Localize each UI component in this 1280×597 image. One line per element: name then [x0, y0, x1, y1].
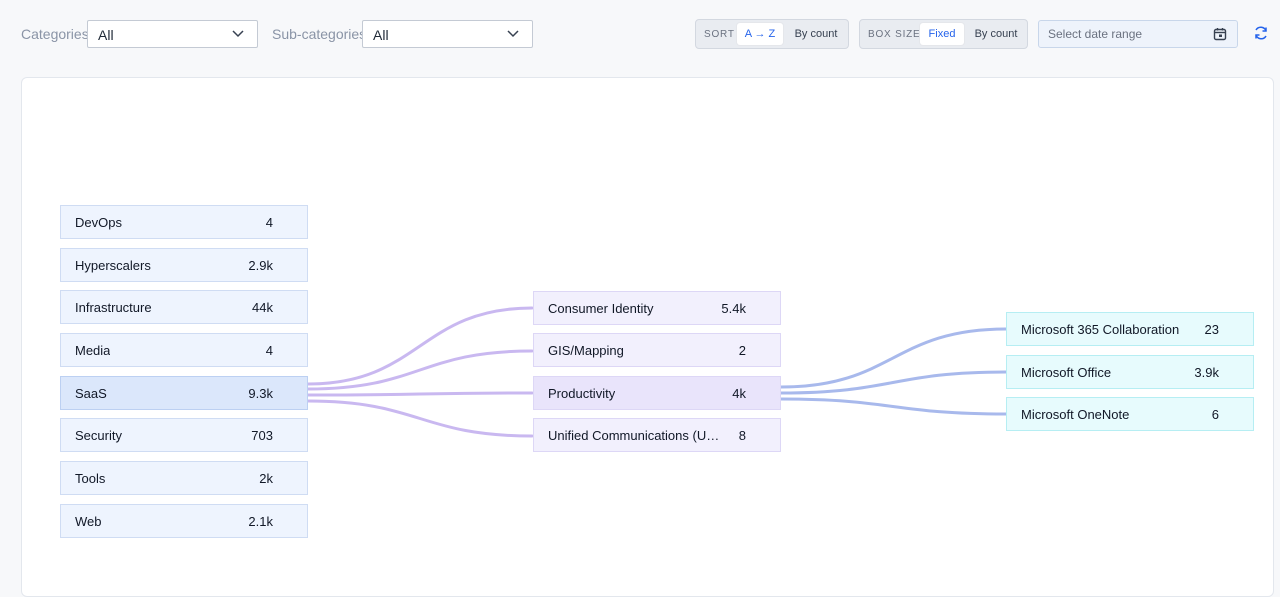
link-productivity-m365 [779, 327, 1008, 389]
product-node-microsoft-365-collaboration[interactable]: Microsoft 365 Collaboration 23 [1006, 312, 1254, 346]
node-count: 703 [251, 428, 273, 443]
node-label: Productivity [548, 386, 616, 401]
node-count: 4 [265, 343, 273, 358]
subcategory-node-consumer-identity[interactable]: Consumer Identity 5.4k [533, 291, 781, 325]
node-label: Security [75, 428, 122, 443]
node-label: Microsoft Office [1021, 365, 1112, 380]
link-saas-productivity [306, 391, 534, 397]
category-node-hyperscalers[interactable]: Hyperscalers 2.9k [60, 248, 308, 282]
category-node-infrastructure[interactable]: Infrastructure 44k [60, 290, 308, 324]
category-node-devops[interactable]: DevOps 4 [60, 205, 308, 239]
node-count: 44k [252, 300, 273, 315]
node-label: Media [75, 343, 111, 358]
node-label: Unified Communications (UCa... [548, 428, 728, 443]
node-label: DevOps [75, 215, 122, 230]
link-saas-unified-communications [306, 399, 534, 438]
link-productivity-onenote [779, 397, 1008, 416]
link-saas-consumer-identity [306, 306, 534, 386]
node-label: SaaS [75, 386, 107, 401]
node-count: 9.3k [248, 386, 273, 401]
subcategory-node-productivity[interactable]: Productivity 4k [533, 376, 781, 410]
node-count: 2 [738, 343, 746, 358]
node-label: Hyperscalers [75, 258, 151, 273]
node-count: 6 [1211, 407, 1219, 422]
node-label: Tools [75, 471, 106, 486]
node-count: 5.4k [721, 301, 746, 316]
product-node-microsoft-office[interactable]: Microsoft Office 3.9k [1006, 355, 1254, 389]
category-node-saas[interactable]: SaaS 9.3k [60, 376, 308, 410]
category-node-tools[interactable]: Tools 2k [60, 461, 308, 495]
category-node-web[interactable]: Web 2.1k [60, 504, 308, 538]
node-count: 2.1k [248, 514, 273, 529]
node-count: 8 [738, 428, 746, 443]
node-label: Microsoft OneNote [1021, 407, 1130, 422]
node-count: 3.9k [1194, 365, 1219, 380]
node-count: 2k [259, 471, 273, 486]
link-saas-gis-mapping [306, 349, 534, 391]
node-label: Microsoft 365 Collaboration [1021, 322, 1180, 337]
node-label: Consumer Identity [548, 301, 654, 316]
link-productivity-office [779, 370, 1008, 395]
node-count: 2.9k [248, 258, 273, 273]
category-node-media[interactable]: Media 4 [60, 333, 308, 367]
node-count: 4k [732, 386, 746, 401]
product-node-microsoft-onenote[interactable]: Microsoft OneNote 6 [1006, 397, 1254, 431]
subcategory-node-gis-mapping[interactable]: GIS/Mapping 2 [533, 333, 781, 367]
node-count: 4 [265, 215, 273, 230]
node-count: 23 [1204, 322, 1219, 337]
node-label: Infrastructure [75, 300, 152, 315]
node-label: GIS/Mapping [548, 343, 624, 358]
category-node-security[interactable]: Security 703 [60, 418, 308, 452]
subcategory-node-unified-communications[interactable]: Unified Communications (UCa... 8 [533, 418, 781, 452]
node-label: Web [75, 514, 102, 529]
